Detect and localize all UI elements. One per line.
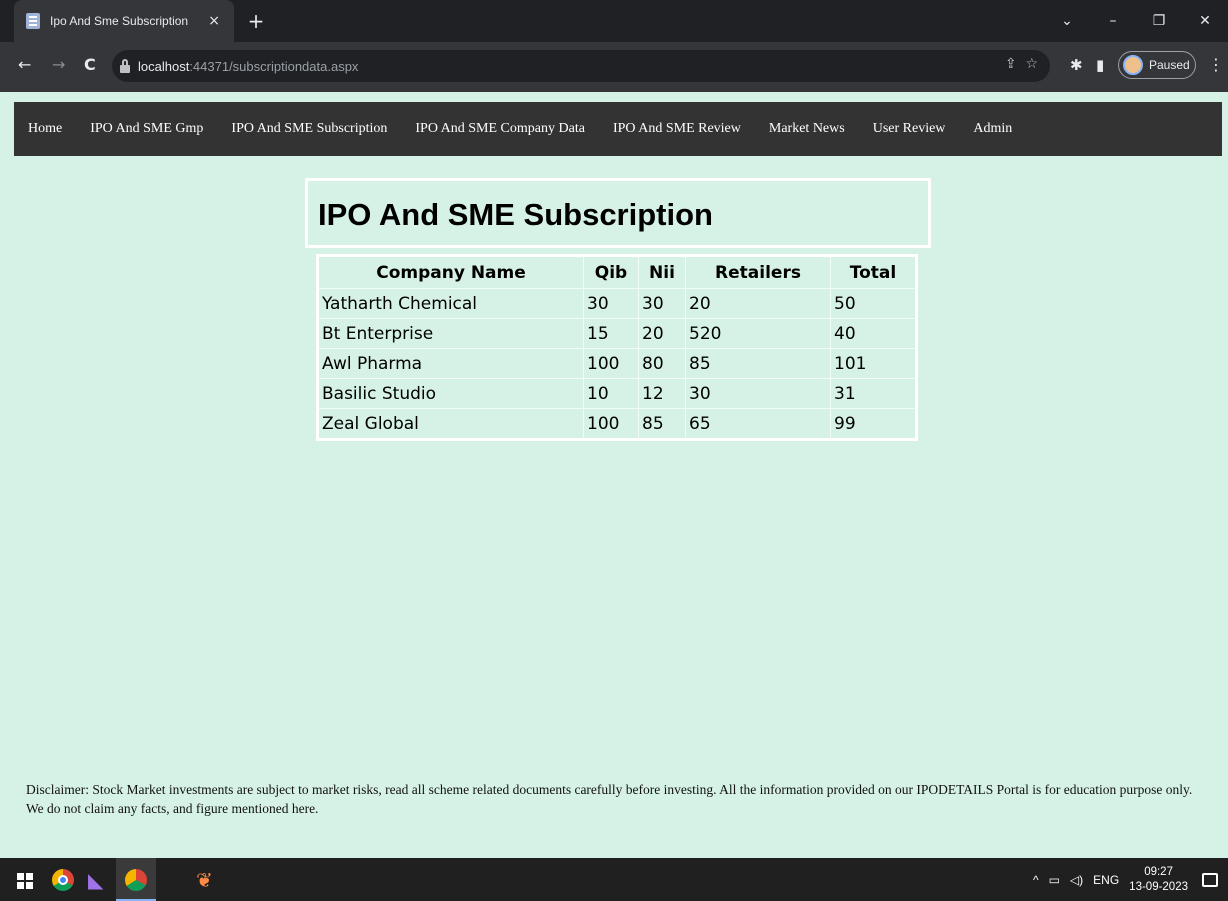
back-arrow-icon[interactable]: ← <box>18 55 31 74</box>
cell-total: 40 <box>830 318 917 349</box>
share-star-icons[interactable]: ⇪ ☆ <box>1005 56 1038 72</box>
col-company-name: Company Name <box>317 255 584 289</box>
system-tray: ^ ▭ ◁) ENG 09:27 13-09-2023 <box>1033 858 1228 901</box>
volume-icon[interactable]: ◁) <box>1070 873 1083 887</box>
table-row: Awl Pharma 100 80 85 101 <box>317 348 917 379</box>
table-row: Zeal Global 100 85 65 99 <box>317 408 917 440</box>
side-panel-icon[interactable]: ▮ <box>1096 56 1104 74</box>
table-header-row: Company Name Qib Nii Retailers Total <box>317 255 917 289</box>
cell-retailers: 30 <box>685 378 831 409</box>
subscription-table: Company Name Qib Nii Retailers Total Yat… <box>316 254 918 441</box>
tab-search-icon[interactable]: ⌄ <box>1044 13 1090 29</box>
cell-retailers: 20 <box>685 288 831 319</box>
cell-qib: 30 <box>583 288 639 319</box>
forward-arrow-icon[interactable]: → <box>52 55 65 74</box>
browser-tab-strip: Ipo And Sme Subscription × + ⌄ – ❐ ✕ <box>0 0 1228 42</box>
cell-total: 50 <box>830 288 917 319</box>
browser-toolbar: ← → C localhost:44371/subscriptiondata.a… <box>0 42 1228 92</box>
cell-company: Zeal Global <box>317 408 584 440</box>
table-row: Basilic Studio 10 12 30 31 <box>317 378 917 409</box>
tab-title: Ipo And Sme Subscription <box>50 14 189 28</box>
cell-total: 31 <box>830 378 917 409</box>
cell-nii: 80 <box>638 348 686 379</box>
nav-ipo-sme-company-data[interactable]: IPO And SME Company Data <box>415 121 585 137</box>
avatar <box>1123 55 1143 75</box>
language-indicator[interactable]: ENG <box>1093 873 1119 887</box>
col-total: Total <box>830 255 917 289</box>
cell-company: Yatharth Chemical <box>317 288 584 319</box>
site-navbar: Home IPO And SME Gmp IPO And SME Subscri… <box>14 102 1222 156</box>
windows-start-icon[interactable] <box>14 869 36 891</box>
extensions-icon[interactable]: ✱ <box>1070 56 1083 74</box>
col-retailers: Retailers <box>685 255 831 289</box>
chrome-taskbar-icon[interactable] <box>52 869 74 891</box>
cell-nii: 12 <box>638 378 686 409</box>
nav-home[interactable]: Home <box>28 121 62 137</box>
visual-studio-icon[interactable]: ◣ <box>88 869 110 891</box>
browser-menu-icon[interactable]: ⋮ <box>1208 55 1224 74</box>
close-window-button[interactable]: ✕ <box>1182 13 1228 29</box>
clock-time: 09:27 <box>1144 865 1173 878</box>
cell-company: Basilic Studio <box>317 378 584 409</box>
address-bar[interactable]: localhost:44371/subscriptiondata.aspx ⇪ … <box>112 50 1050 82</box>
os-taskbar: ◣ ❦ ^ ▭ ◁) ENG 09:27 13-09-2023 <box>0 858 1228 901</box>
network-icon[interactable]: ▭ <box>1049 873 1060 887</box>
nav-market-news[interactable]: Market News <box>769 121 845 137</box>
cell-company: Bt Enterprise <box>317 318 584 349</box>
app-taskbar-icon[interactable]: ❦ <box>196 869 218 891</box>
disclaimer-text: Disclaimer: Stock Market investments are… <box>26 782 1193 816</box>
tray-chevron-icon[interactable]: ^ <box>1033 873 1039 887</box>
cell-nii: 30 <box>638 288 686 319</box>
nav-ipo-sme-gmp[interactable]: IPO And SME Gmp <box>90 121 203 137</box>
browser-tab[interactable]: Ipo And Sme Subscription × <box>14 0 234 42</box>
chrome-active-taskbar-icon[interactable] <box>116 858 156 901</box>
window-controls: ⌄ – ❐ ✕ <box>1044 0 1228 42</box>
notification-icon[interactable] <box>1202 872 1218 887</box>
cell-qib: 100 <box>583 348 639 379</box>
minimize-button[interactable]: – <box>1090 13 1136 29</box>
clock[interactable]: 09:27 13-09-2023 <box>1129 865 1188 895</box>
page-title-box: IPO And SME Subscription <box>305 178 931 248</box>
cell-retailers: 85 <box>685 348 831 379</box>
new-tab-button[interactable]: + <box>243 8 269 34</box>
page-favicon-icon <box>26 13 40 29</box>
page-title: IPO And SME Subscription <box>318 197 713 232</box>
cell-qib: 15 <box>583 318 639 349</box>
cell-total: 101 <box>830 348 917 379</box>
profile-status: Paused <box>1149 58 1190 72</box>
restore-button[interactable]: ❐ <box>1136 13 1182 29</box>
cell-company: Awl Pharma <box>317 348 584 379</box>
tab-close-icon[interactable]: × <box>208 13 220 29</box>
cell-retailers: 65 <box>685 408 831 440</box>
reload-icon[interactable]: C <box>84 55 96 74</box>
cell-qib: 100 <box>583 408 639 440</box>
table-row: Yatharth Chemical 30 30 20 50 <box>317 288 917 319</box>
lock-icon[interactable] <box>120 59 130 73</box>
table-row: Bt Enterprise 15 20 520 40 <box>317 318 917 349</box>
cell-nii: 20 <box>638 318 686 349</box>
nav-user-review[interactable]: User Review <box>873 121 946 137</box>
nav-ipo-sme-subscription[interactable]: IPO And SME Subscription <box>231 121 387 137</box>
url-text: localhost:44371/subscriptiondata.aspx <box>138 58 359 74</box>
profile-button[interactable]: Paused <box>1118 51 1196 79</box>
col-qib: Qib <box>583 255 639 289</box>
clock-date: 13-09-2023 <box>1129 880 1188 893</box>
nav-admin[interactable]: Admin <box>973 121 1012 137</box>
col-nii: Nii <box>638 255 686 289</box>
cell-nii: 85 <box>638 408 686 440</box>
cell-retailers: 520 <box>685 318 831 349</box>
nav-ipo-sme-review[interactable]: IPO And SME Review <box>613 121 741 137</box>
cell-total: 99 <box>830 408 917 440</box>
cell-qib: 10 <box>583 378 639 409</box>
